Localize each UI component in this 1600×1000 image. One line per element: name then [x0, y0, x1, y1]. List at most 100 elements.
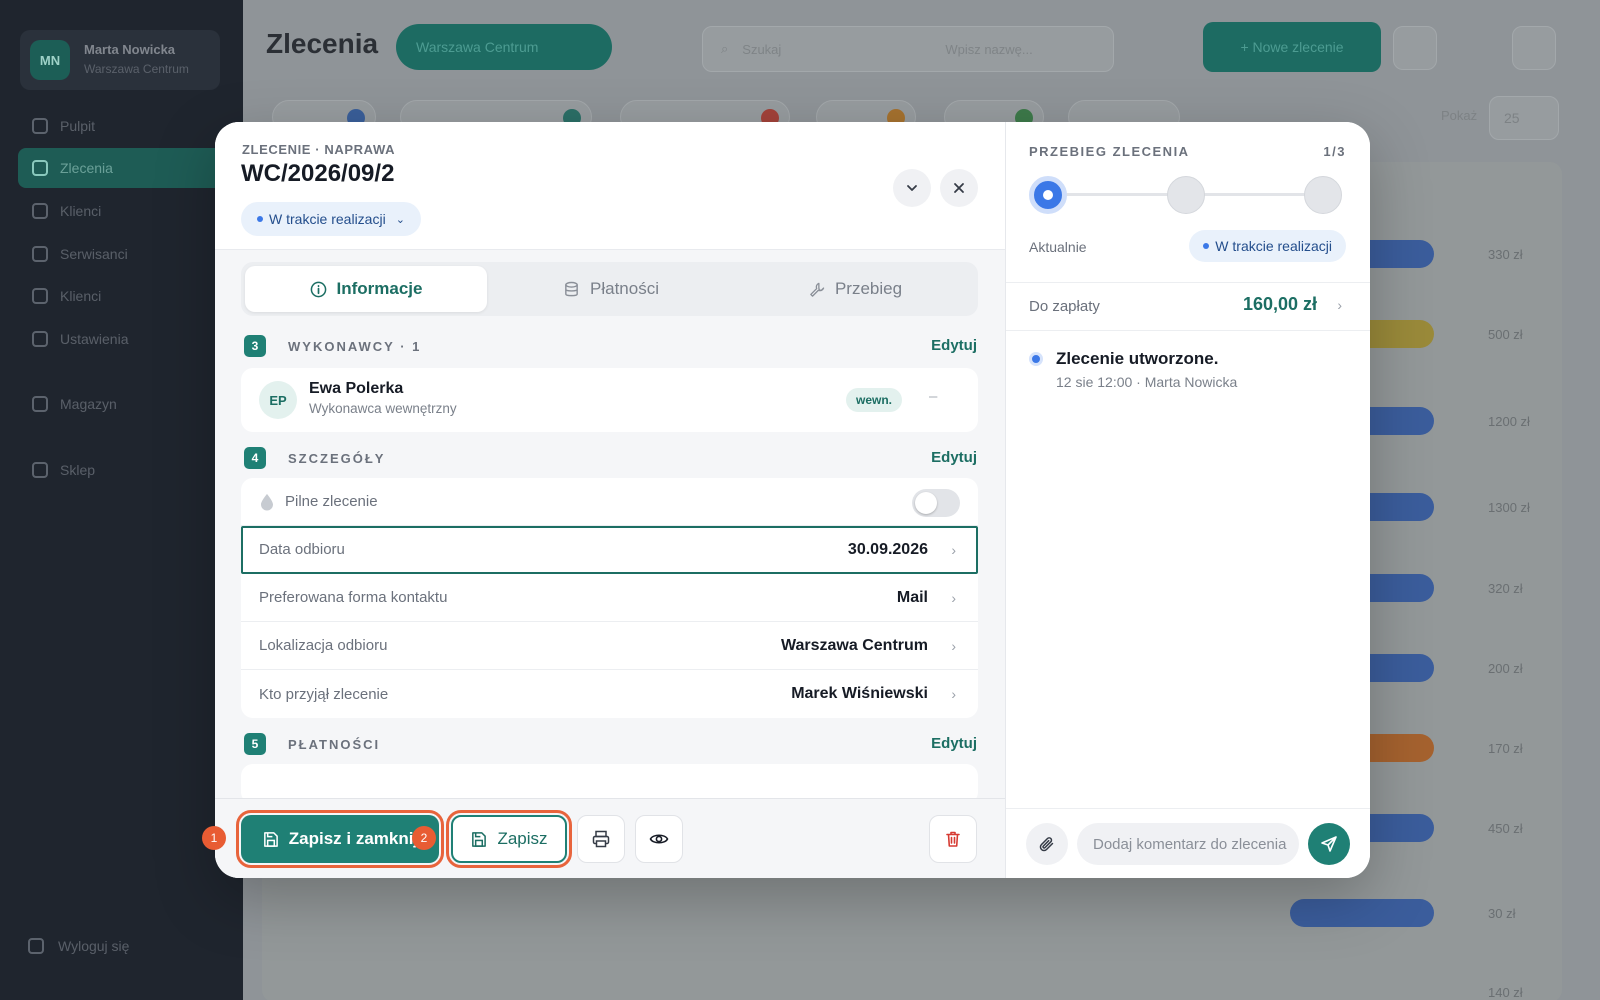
save-and-close-button[interactable]: Zapisz i zamknij	[236, 810, 444, 868]
row-price: 30 zł	[1488, 906, 1516, 921]
divider	[1006, 282, 1370, 283]
contractor-tag: wewn.	[846, 388, 903, 412]
per-page-select[interactable]: 25	[1489, 96, 1559, 140]
account-button[interactable]	[1512, 26, 1556, 70]
comment-bar	[1006, 808, 1370, 878]
location-selector[interactable]: Warszawa Centrum	[396, 24, 612, 70]
info-icon	[310, 281, 326, 297]
comment-input[interactable]	[1077, 823, 1299, 865]
send-button[interactable]	[1308, 823, 1350, 865]
status-badge	[1290, 899, 1434, 927]
logout-icon	[28, 938, 44, 954]
progress-step-2[interactable]	[1167, 176, 1205, 214]
breadcrumb: ZLECENIE · NAPRAWA	[242, 142, 396, 157]
edit-payments-link[interactable]: Edytuj	[931, 735, 977, 752]
page-title: Zlecenia	[266, 28, 379, 59]
tab-platnosci[interactable]: Płatności	[490, 266, 732, 312]
preview-button[interactable]	[635, 815, 683, 863]
progress-title: PRZEBIEG ZLECENIA	[1029, 144, 1190, 159]
progress-count: 1/3	[1323, 144, 1346, 159]
tag-icon	[32, 462, 48, 478]
attach-button[interactable]	[1026, 823, 1068, 865]
search-icon: ⌕	[721, 41, 729, 56]
nav-item-klienci[interactable]: Klienci	[18, 191, 223, 231]
annotation-badge-2: 2	[412, 826, 436, 850]
timeline-event-title: Zlecenie utworzone.	[1056, 349, 1219, 368]
new-order-button[interactable]: + Nowe zlecenie	[1203, 22, 1381, 72]
send-icon	[1321, 836, 1337, 852]
section-title: WYKONAWCY · 1	[288, 338, 422, 354]
save-icon	[263, 831, 278, 847]
progress-step-3[interactable]	[1304, 176, 1342, 214]
timeline-event-meta: 12 sie 12:00 · Marta Nowicka	[1056, 374, 1238, 390]
nav-item-ustawienia[interactable]: Ustawienia	[18, 319, 223, 359]
paperclip-icon	[1039, 837, 1054, 852]
chevron-down-icon: ⌄	[395, 213, 405, 226]
section-header-details: 4 SZCZEGÓŁY	[244, 447, 385, 469]
amount-due-label: Do zapłaty	[1029, 298, 1100, 315]
urgent-row: Pilne zlecenie	[241, 478, 978, 526]
status-dot-icon	[257, 216, 263, 222]
nav-item-sklep[interactable]: Sklep	[18, 450, 223, 490]
row-price: 200 zł	[1488, 661, 1523, 676]
status-dropdown[interactable]: W trakcie realizacji ⌄	[241, 202, 421, 236]
edit-details-link[interactable]: Edytuj	[931, 449, 977, 466]
row-price: 500 zł	[1488, 327, 1523, 342]
order-number: WC/2026/09/2	[241, 160, 395, 187]
home-icon	[32, 118, 48, 134]
wrench-icon	[32, 246, 48, 262]
delete-button[interactable]	[929, 815, 977, 863]
chevron-right-icon[interactable]: ›	[1337, 297, 1342, 313]
timeline-dot-icon	[1029, 352, 1043, 366]
nav-item-klienci-2[interactable]: Klienci	[18, 276, 223, 316]
print-button[interactable]	[577, 815, 625, 863]
tabs-bar: Informacje Płatności Przebieg	[241, 262, 978, 316]
search-box[interactable]: ⌕ Szukaj Wpisz nazwę...	[702, 26, 1114, 72]
contact-icon	[32, 288, 48, 304]
urgent-toggle[interactable]	[912, 489, 960, 517]
modal-footer: Zapisz i zamknij Zapisz	[215, 798, 1005, 878]
calendar-button[interactable]	[1393, 26, 1437, 70]
detail-row-contact[interactable]: Preferowana forma kontaktu Mail ›	[241, 574, 978, 622]
row-price: 140 zł	[1488, 985, 1523, 1000]
detail-row-received-by[interactable]: Kto przyjął zlecenie Marek Wiśniewski ›	[241, 670, 978, 718]
nav-item-magazyn[interactable]: Magazyn	[18, 384, 223, 424]
detail-row-location[interactable]: Lokalizacja odbioru Warszawa Centrum ›	[241, 622, 978, 670]
annotation-badge-1: 1	[202, 826, 226, 850]
per-page-label: Pokaż	[1441, 108, 1478, 123]
drop-icon	[261, 493, 273, 510]
modal-header: ZLECENIE · NAPRAWA WC/2026/09/2 W trakci…	[215, 122, 1005, 250]
logout-link[interactable]: Wyloguj się	[28, 938, 129, 954]
chevron-right-icon: ›	[951, 686, 956, 702]
section-number: 5	[244, 733, 266, 755]
close-button[interactable]	[940, 169, 978, 207]
nav-item-zlecenia[interactable]: Zlecenia	[18, 148, 223, 188]
amount-due-value[interactable]: 160,00 zł	[1243, 294, 1317, 315]
section-header-contractors: 3 WYKONAWCY · 1	[244, 335, 421, 357]
order-modal: ZLECENIE · NAPRAWA WC/2026/09/2 W trakci…	[215, 122, 1370, 878]
section-number: 3	[244, 335, 266, 357]
row-price: 330 zł	[1488, 247, 1523, 262]
edit-contractors-link[interactable]: Edytuj	[931, 337, 977, 354]
collapse-button[interactable]	[893, 169, 931, 207]
eye-icon	[649, 834, 669, 844]
user-card[interactable]: MN Marta Nowicka Warszawa Centrum	[20, 30, 220, 90]
tab-przebieg[interactable]: Przebieg	[735, 266, 975, 312]
progress-step-1[interactable]	[1029, 176, 1067, 214]
contractor-remove-button[interactable]: –	[929, 388, 937, 405]
row-price: 450 zł	[1488, 821, 1523, 836]
box-icon	[32, 396, 48, 412]
contractor-card[interactable]: EP Ewa Polerka Wykonawca wewnętrzny wewn…	[241, 368, 978, 432]
nav-item-serwisanci[interactable]: Serwisanci	[18, 234, 223, 274]
user-name: Marta Nowicka	[84, 42, 176, 57]
user-avatar: MN	[30, 40, 70, 80]
section-title: SZCZEGÓŁY	[288, 450, 386, 466]
save-button[interactable]: Zapisz	[446, 810, 572, 868]
nav-item-pulpit[interactable]: Pulpit	[18, 106, 223, 146]
chevron-right-icon: ›	[951, 589, 956, 606]
row-price: 1300 zł	[1488, 500, 1530, 515]
tab-informacje[interactable]: Informacje	[245, 266, 487, 312]
detail-row-pickup-date[interactable]: Data odbioru 30.09.2026 ›	[241, 526, 978, 574]
status-dot-icon	[1203, 243, 1210, 249]
avatar: EP	[259, 381, 297, 419]
